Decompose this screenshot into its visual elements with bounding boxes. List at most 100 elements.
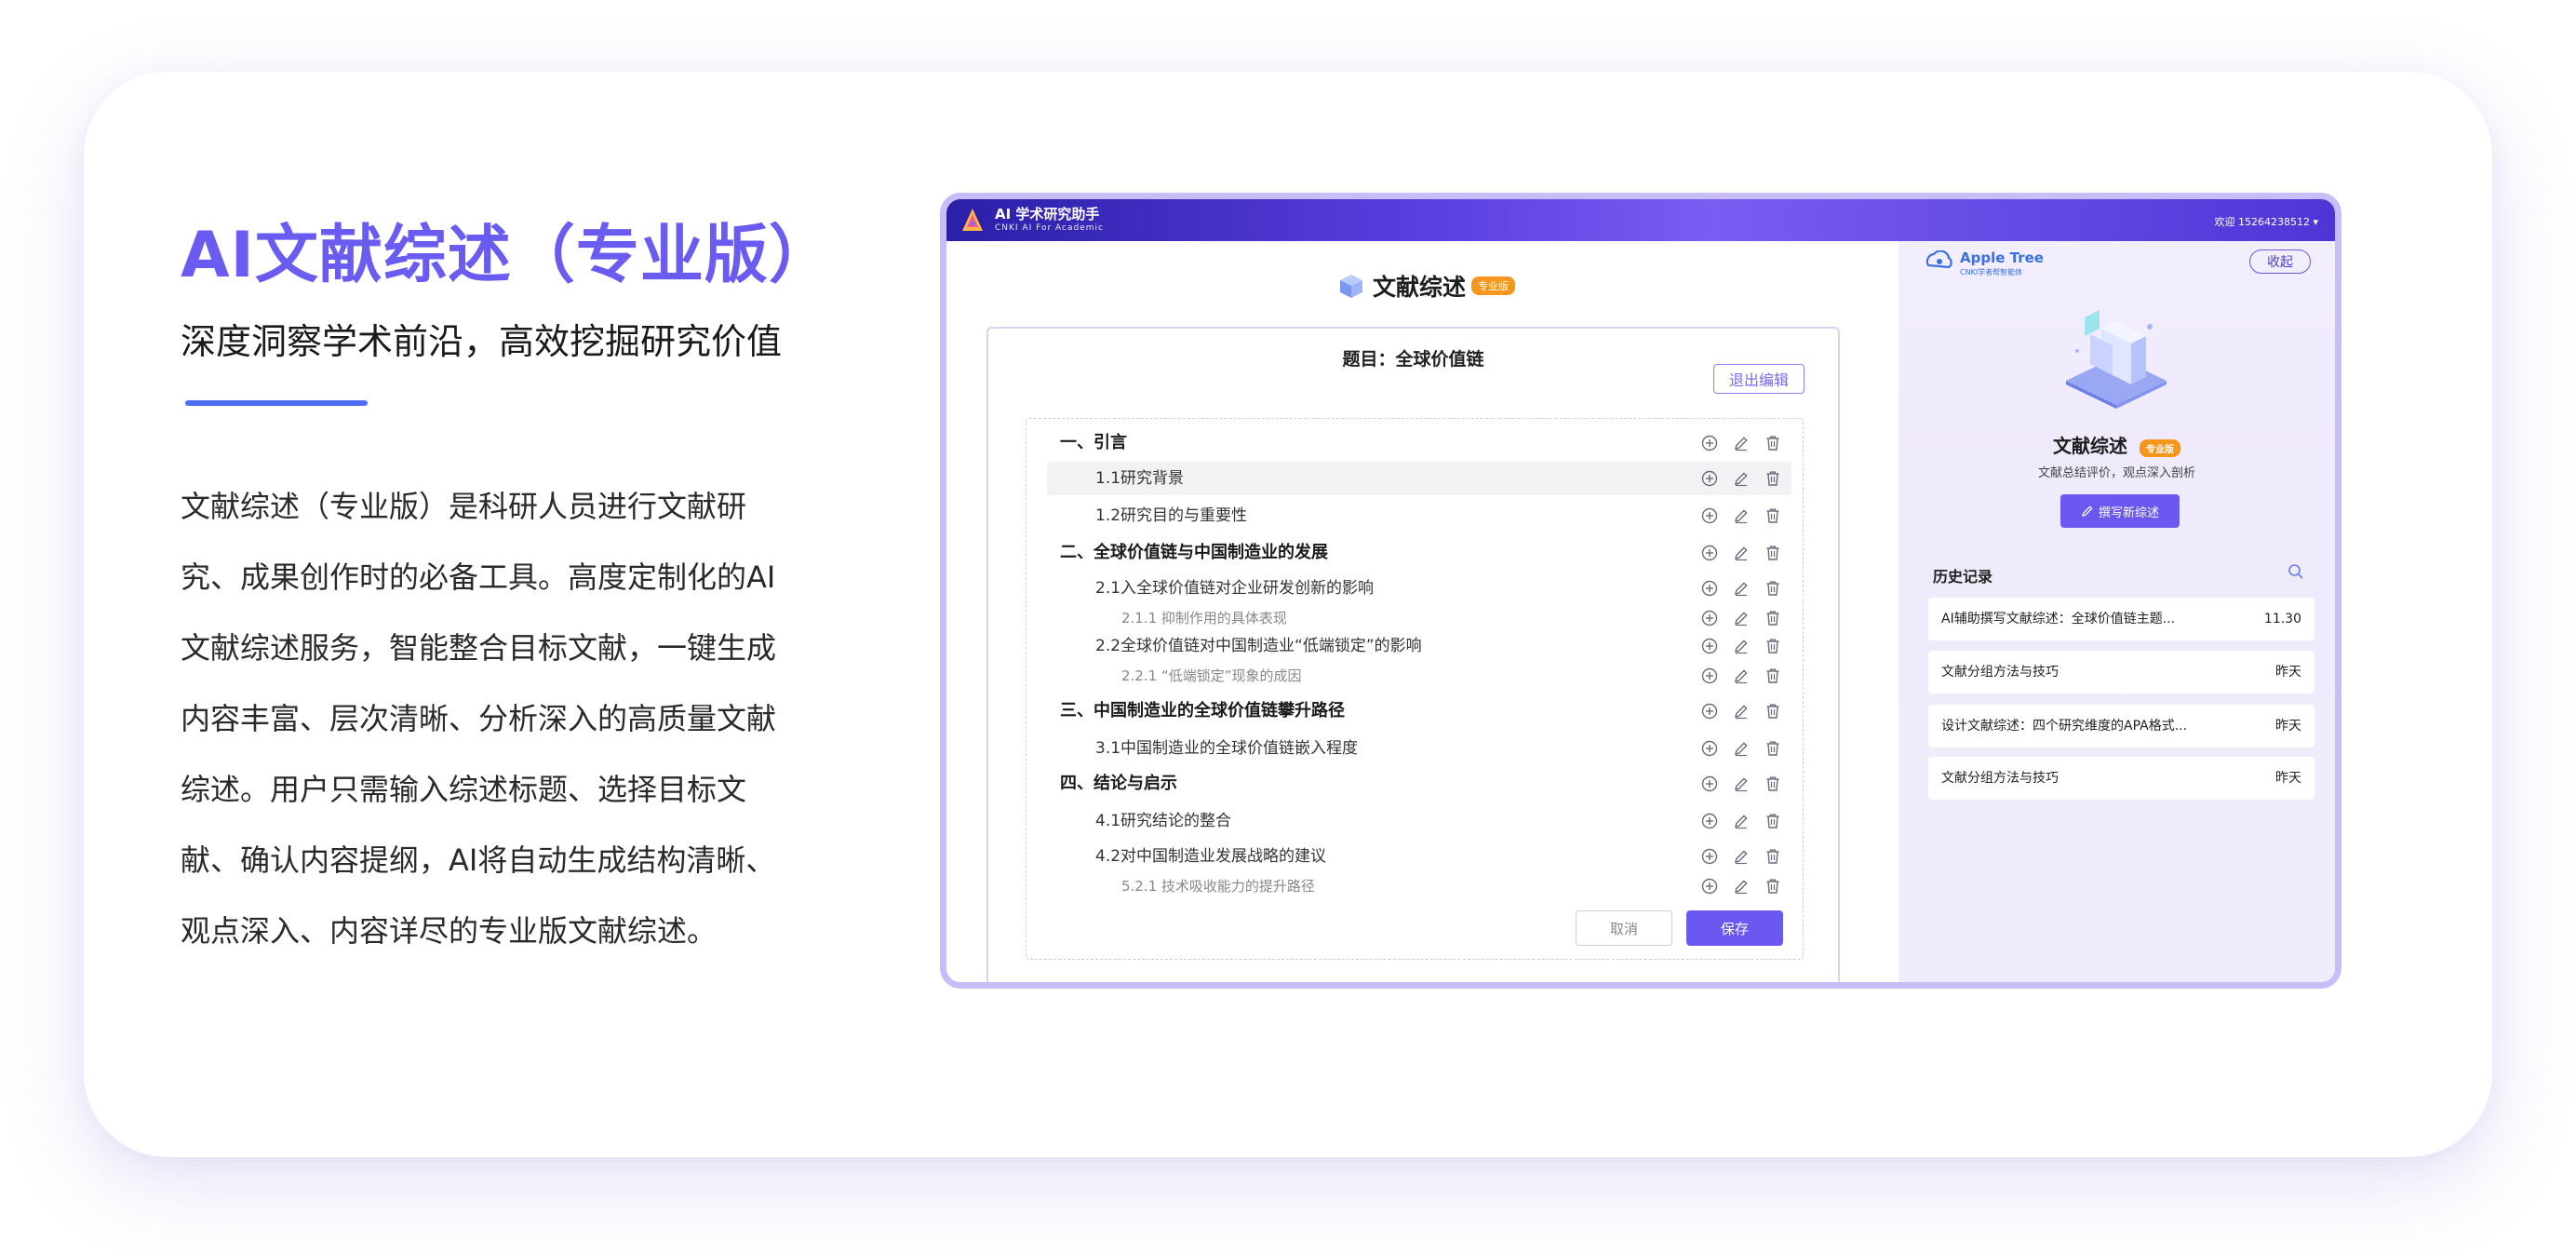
outline-item-actions: [1687, 637, 1782, 655]
hero-description-line: 文献综述（专业版）是科研人员进行文献研: [181, 489, 747, 524]
edit-icon[interactable]: [1732, 637, 1751, 655]
history-item-time: 昨天: [2275, 771, 2301, 786]
add-icon[interactable]: [1700, 544, 1719, 562]
outline-item[interactable]: 4.2对中国制造业发展战略的建议: [1047, 840, 1791, 873]
edit-icon[interactable]: [1732, 609, 1751, 627]
hero-description-line: 文献综述服务，智能整合目标文献，一键生成: [181, 630, 777, 666]
user-menu[interactable]: 欢迎 15264238512 ▾: [2215, 214, 2319, 229]
delete-icon[interactable]: [1764, 667, 1782, 685]
outline-item[interactable]: 3.1中国制造业的全球价值链嵌入程度: [1047, 732, 1791, 765]
exit-edit-button[interactable]: 退出编辑: [1713, 364, 1805, 394]
outline-item[interactable]: 二、全球价值链与中国制造业的发展: [1047, 536, 1791, 570]
delete-icon[interactable]: [1764, 702, 1782, 721]
add-icon[interactable]: [1700, 812, 1719, 830]
save-button[interactable]: 保存: [1686, 910, 1783, 946]
add-icon[interactable]: [1700, 667, 1719, 685]
add-icon[interactable]: [1700, 739, 1719, 758]
brand-name: AI 学术研究助手: [995, 206, 1100, 222]
add-icon[interactable]: [1700, 775, 1719, 793]
edit-icon[interactable]: [1732, 434, 1751, 452]
add-icon[interactable]: [1700, 702, 1719, 721]
page-heading: 文献综述 专业版: [1337, 269, 1516, 303]
search-icon[interactable]: [2287, 562, 2305, 581]
edit-icon[interactable]: [1732, 847, 1751, 866]
delete-icon[interactable]: [1764, 739, 1782, 758]
write-new-review-button[interactable]: 撰写新综述: [2060, 494, 2180, 528]
brand-subtitle: CNKI AI For Academic: [995, 223, 1104, 233]
delete-icon[interactable]: [1764, 544, 1782, 562]
delete-icon[interactable]: [1764, 579, 1782, 598]
add-icon[interactable]: [1700, 506, 1719, 525]
delete-icon[interactable]: [1764, 506, 1782, 525]
outline-item-actions: [1687, 434, 1782, 452]
delete-icon[interactable]: [1764, 609, 1782, 627]
outline-item[interactable]: 一、引言: [1047, 426, 1791, 460]
edit-icon[interactable]: [1732, 877, 1751, 896]
outline-item-label: 三、中国制造业的全球价值链攀升路径: [1060, 701, 1345, 721]
delete-icon[interactable]: [1764, 877, 1782, 896]
delete-icon[interactable]: [1764, 637, 1782, 655]
edit-icon[interactable]: [1732, 812, 1751, 830]
outline-item-label: 2.2.1 “低端锁定”现象的成因: [1121, 667, 1302, 684]
side-pro-badge: 专业版: [2139, 439, 2180, 457]
outline-item[interactable]: 1.2研究目的与重要性: [1047, 499, 1791, 532]
app-window: AI 学术研究助手 CNKI AI For Academic 欢迎 152642…: [940, 193, 2341, 989]
delete-icon[interactable]: [1764, 775, 1782, 793]
history-item[interactable]: 设计文献综述：四个研究维度的APA格式... 昨天: [1928, 705, 2314, 748]
history-title: 历史记录: [1933, 568, 1993, 586]
outline-item[interactable]: 三、中国制造业的全球价值链攀升路径: [1047, 694, 1791, 728]
outline-item-label: 5.2.1 技术吸收能力的提升路径: [1121, 878, 1315, 895]
main-area: 文献综述 专业版 题目：全球价值链 退出编辑 5.2.1 技术吸收能力的提升路径…: [946, 241, 1898, 982]
brand-logo-icon[interactable]: [961, 208, 984, 232]
edit-icon[interactable]: [1732, 506, 1751, 525]
outline-item-label: 3.1中国制造业的全球价值链嵌入程度: [1095, 739, 1359, 758]
side-panel: Apple Tree CNKI学者帮智能体 收起 文献综述 专业版 文献总结评价…: [1898, 241, 2335, 982]
delete-icon[interactable]: [1764, 469, 1782, 488]
edit-icon[interactable]: [1732, 469, 1751, 488]
hero-description-line: 观点深入、内容详尽的专业版文献综述。: [181, 913, 718, 949]
history-item-title: 文献分组方法与技巧: [1941, 665, 2059, 680]
add-icon[interactable]: [1700, 579, 1719, 598]
hero-description-line: 究、成果创作时的必备工具。高度定制化的AI: [181, 559, 776, 595]
outline-item-label: 四、结论与启示: [1060, 774, 1177, 793]
edit-icon[interactable]: [1732, 579, 1751, 598]
delete-icon[interactable]: [1764, 812, 1782, 830]
edit-icon[interactable]: [1732, 544, 1751, 562]
add-icon[interactable]: [1700, 434, 1719, 452]
edit-icon[interactable]: [1732, 739, 1751, 758]
outline-item-actions: [1687, 609, 1782, 627]
hero-divider: [185, 400, 368, 406]
outline-item-actions: [1687, 775, 1782, 793]
add-icon[interactable]: [1700, 877, 1719, 896]
cancel-button[interactable]: 取消: [1576, 910, 1672, 946]
outline-item-label: 4.2对中国制造业发展战略的建议: [1095, 847, 1327, 866]
outline-item[interactable]: 2.1.1 抑制作用的具体表现: [1047, 601, 1791, 635]
outline-item-label: 2.1入全球价值链对企业研发创新的影响: [1095, 579, 1375, 598]
add-icon[interactable]: [1700, 637, 1719, 655]
history-item-time: 昨天: [2275, 665, 2301, 680]
outline-item[interactable]: 5.2.1 技术吸收能力的提升路径: [1047, 869, 1791, 903]
edit-icon[interactable]: [1732, 775, 1751, 793]
history-item[interactable]: 文献分组方法与技巧 昨天: [1928, 651, 2314, 694]
add-icon[interactable]: [1700, 469, 1719, 488]
outline-item[interactable]: 4.1研究结论的整合: [1047, 804, 1791, 838]
delete-icon[interactable]: [1764, 434, 1782, 452]
history-item[interactable]: 文献分组方法与技巧 昨天: [1928, 757, 2314, 800]
outline-item[interactable]: 2.1入全球价值链对企业研发创新的影响: [1047, 572, 1791, 605]
cube-icon: [1340, 275, 1362, 298]
edit-icon[interactable]: [1732, 702, 1751, 721]
outline-editor: 题目：全球价值链 退出编辑 5.2.1 技术吸收能力的提升路径 4.2对中国制造业…: [986, 327, 1840, 982]
outline-item[interactable]: 四、结论与启示: [1047, 767, 1791, 801]
outline-item[interactable]: 2.2.1 “低端锁定”现象的成因: [1047, 659, 1791, 693]
outline-item[interactable]: 1.1研究背景: [1047, 462, 1791, 495]
outline-item-actions: [1687, 469, 1782, 488]
collapse-button[interactable]: 收起: [2249, 249, 2311, 274]
edit-icon[interactable]: [1732, 667, 1751, 685]
delete-icon[interactable]: [1764, 847, 1782, 866]
outline-item-actions: [1687, 812, 1782, 830]
add-icon[interactable]: [1700, 609, 1719, 627]
history-item[interactable]: AI辅助撰写文献综述：全球价值链主题... 11.30: [1928, 598, 2314, 640]
add-icon[interactable]: [1700, 847, 1719, 866]
page-title: 文献综述: [1373, 274, 1467, 301]
outline-item-actions: [1687, 702, 1782, 721]
